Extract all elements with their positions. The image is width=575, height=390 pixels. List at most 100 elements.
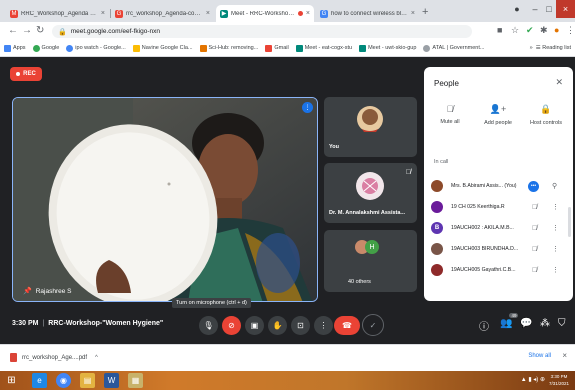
info-icon[interactable]: ⓘ: [479, 318, 489, 333]
mic-tooltip: Turn on microphone (ctrl + d): [172, 298, 251, 308]
panel-title: People: [434, 79, 459, 88]
avatar: [431, 264, 443, 276]
profile-menu-icon[interactable]: ●: [507, 0, 527, 18]
participant-row[interactable]: 19AUCH003 BIRUNDHA.D... 🎙̸ ⋮: [424, 240, 573, 258]
bookmark-item[interactable]: Meet - uwt-skio-gup: [359, 44, 416, 52]
download-item[interactable]: rrc_workshop_Age....pdf ^: [10, 353, 98, 362]
camera-indicator-icon[interactable]: ■: [497, 25, 502, 35]
participant-name: 19AUCH005 Gayathri.C.B...: [451, 267, 516, 273]
browser-tab[interactable]: M RRC_Workshop_Agenda - akila ×: [6, 5, 109, 22]
close-tab-icon[interactable]: ×: [306, 10, 310, 17]
bookmark-item[interactable]: Apps: [4, 44, 26, 52]
mic-off-icon[interactable]: 🎙̸: [532, 225, 537, 232]
url-text: meet.google.com/eef-fkigo-nxn: [70, 28, 160, 35]
people-count-badge: 49: [509, 313, 519, 318]
bookmark-item[interactable]: Sci-Hub: removing...: [199, 44, 258, 52]
captions-button[interactable]: ▣: [245, 316, 264, 335]
close-tab-icon[interactable]: ×: [101, 10, 105, 17]
meet-area: REC ⋮ 📌 Rajashree S You 🎙̸ Dr. M. Annala…: [0, 57, 575, 344]
start-button-icon[interactable]: ⊞: [4, 373, 19, 388]
back-arrow-icon[interactable]: ←: [8, 25, 18, 36]
tab-title: rrc_workshop_Agenda-conversio: [126, 10, 203, 17]
participant-row[interactable]: B 19AUCH002 : AKILA.M.B... 🎙̸ ⋮: [424, 219, 573, 237]
mic-off-icon[interactable]: 🎙̸: [532, 246, 537, 253]
more-vert-icon[interactable]: ⋮: [552, 203, 559, 211]
pin-icon[interactable]: ⚲: [552, 182, 557, 190]
raise-hand-button[interactable]: ✋: [268, 316, 287, 335]
present-button[interactable]: ⊡: [291, 316, 310, 335]
browser-tab[interactable]: G how to connect wireless bluetoo ×: [316, 5, 419, 22]
close-icon[interactable]: ×: [562, 351, 567, 360]
more-vert-icon[interactable]: ⋮: [552, 224, 559, 232]
chat-icon[interactable]: 💬: [520, 318, 532, 329]
menu-dots-icon[interactable]: ⋮: [566, 25, 575, 36]
maximize-button[interactable]: □: [542, 0, 556, 18]
main-video-tile[interactable]: ⋮ 📌 Rajashree S: [12, 97, 318, 302]
new-tab-button[interactable]: +: [422, 6, 428, 18]
minimize-button[interactable]: –: [528, 0, 542, 18]
file-explorer-icon[interactable]: ▤: [80, 373, 95, 388]
bookmark-star-icon[interactable]: ☆: [511, 25, 519, 36]
more-vert-icon[interactable]: ⋮: [552, 245, 559, 253]
bookmark-item[interactable]: Navine Google Cla...: [132, 44, 193, 52]
browser-tab[interactable]: G rrc_workshop_Agenda-conversio ×: [111, 5, 214, 22]
profile-avatar-icon[interactable]: ●: [554, 25, 559, 35]
more-vert-icon[interactable]: ⋮: [552, 266, 559, 274]
more-vert-icon: ⋮: [319, 321, 328, 330]
internet-explorer-icon[interactable]: e: [32, 373, 47, 388]
host-controls-button[interactable]: 🔒 Host controls: [522, 104, 570, 126]
participant-video-tile[interactable]: 🎙̸ Dr. M. Annalakshmi Assista...: [324, 163, 417, 223]
camera-off-button[interactable]: ⊘: [222, 316, 241, 335]
browser-tab-active[interactable]: ▶ Meet - RRC-Workshop-"Wo ×: [216, 5, 314, 22]
bookmark-item[interactable]: ipo watch - Google...: [66, 44, 126, 52]
add-people-button[interactable]: 👤+ Add people: [474, 104, 522, 126]
chrome-icon[interactable]: ◉: [56, 373, 71, 388]
word-icon[interactable]: W: [104, 373, 119, 388]
taskbar-clock[interactable]: 3:30 PM 7/31/2021: [549, 373, 569, 387]
bookmark-item[interactable]: Meet - eat-cogx-stu: [295, 44, 352, 52]
participant-row[interactable]: 19AUCH005 Gayathri.C.B... 🎙̸ ⋮: [424, 261, 573, 279]
microphone-button[interactable]: 🎙: [199, 316, 218, 335]
bookmark-item[interactable]: ATAL | Government...: [423, 44, 484, 52]
activities-icon[interactable]: ⁂: [540, 318, 550, 329]
panel-scrollbar[interactable]: [568, 207, 571, 237]
leave-call-button[interactable]: ☎: [334, 316, 360, 335]
host-shield-icon[interactable]: ⛉: [558, 318, 566, 329]
participant-name: Mrs. B.Abirami Assis... (You): [451, 183, 517, 189]
url-field[interactable]: 🔒 meet.google.com/eef-fkigo-nxn: [52, 25, 472, 38]
extensions-puzzle-icon[interactable]: ✱: [540, 25, 548, 36]
close-tab-icon[interactable]: ×: [206, 10, 210, 17]
mic-off-icon[interactable]: 🎙̸: [532, 267, 537, 274]
captions-icon: ▣: [250, 321, 259, 330]
close-tab-icon[interactable]: ×: [411, 10, 415, 17]
tab-title: Meet - RRC-Workshop-"Wo: [231, 10, 295, 17]
reading-list-button[interactable]: » ☰ Reading list: [530, 45, 571, 51]
clock-date: 7/31/2021: [548, 381, 569, 386]
google-icon: [66, 44, 74, 52]
others-tile[interactable]: H 40 others: [324, 230, 417, 292]
participant-row[interactable]: Mrs. B.Abirami Assis... (You) ••• ⚲: [424, 177, 573, 195]
window-close-button[interactable]: ×: [556, 0, 575, 18]
self-video-tile[interactable]: You: [324, 97, 417, 157]
pin-icon[interactable]: 📌: [23, 287, 32, 295]
show-all-link[interactable]: Show all: [528, 353, 551, 359]
chevron-up-icon[interactable]: ^: [95, 355, 98, 361]
system-tray[interactable]: ▲ ▮ ◂) ⊕: [521, 376, 545, 383]
people-icon[interactable]: 👥 49: [500, 313, 519, 329]
avatar: [431, 180, 443, 192]
extension-check-icon[interactable]: ✔: [526, 25, 534, 36]
bookmark-item[interactable]: Google: [32, 44, 59, 52]
apps-grid-icon: [4, 44, 11, 52]
photos-icon[interactable]: ▦: [128, 373, 143, 388]
extra-action-button[interactable]: ✓: [362, 314, 384, 336]
forward-arrow-icon[interactable]: →: [22, 25, 32, 36]
participant-row[interactable]: 19 CH 025 Keerthiga.R 🎙̸ ⋮: [424, 198, 573, 216]
mic-off-icon[interactable]: 🎙̸: [532, 204, 537, 211]
reload-icon[interactable]: ↻: [36, 25, 44, 36]
bookmark-item[interactable]: Gmail: [265, 44, 289, 52]
mute-all-button[interactable]: 🎙̸ Mute all: [426, 104, 474, 125]
meet-control-bar: 3:30 PM | RRC-Workshop-"Women Hygiene" 🎙 ⊘…: [0, 308, 575, 344]
more-options-button[interactable]: ⋮: [314, 316, 333, 335]
close-icon[interactable]: ✕: [555, 77, 563, 88]
more-options-icon[interactable]: •••: [528, 180, 539, 192]
